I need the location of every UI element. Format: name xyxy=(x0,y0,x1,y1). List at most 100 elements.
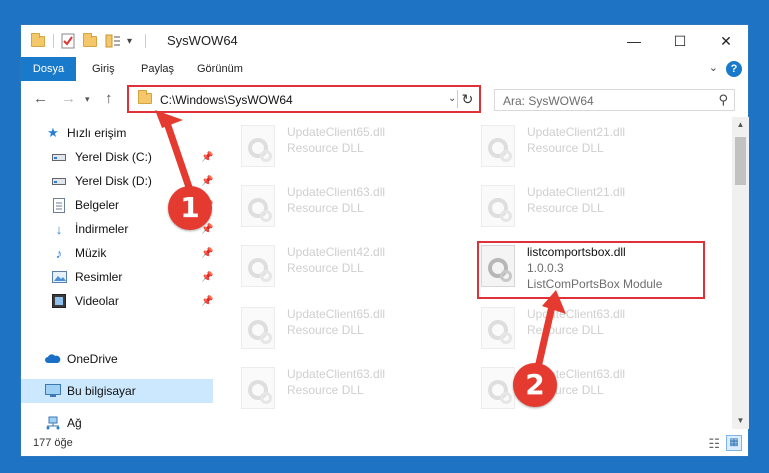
status-bar: 177 öğe ☷ ▦ xyxy=(21,431,748,457)
maximize-button[interactable]: ☐ xyxy=(657,25,703,57)
file-highlight-box xyxy=(477,241,705,299)
minimize-button[interactable]: — xyxy=(611,25,657,57)
tiles-view-icon[interactable]: ▦ xyxy=(726,435,742,451)
item-count: 177 öğe xyxy=(33,437,73,449)
file-name: UpdateClient63.dll xyxy=(527,307,626,321)
help-button[interactable]: ? xyxy=(726,61,742,77)
tab-view[interactable]: Görünüm xyxy=(197,57,243,81)
file-name: UpdateClient42.dll xyxy=(287,245,386,259)
pictures-icon xyxy=(51,269,67,285)
dll-file-icon xyxy=(241,307,275,349)
recent-locations-icon[interactable]: ▾ xyxy=(85,94,90,105)
chevron-down-icon[interactable]: ⌄ xyxy=(448,93,456,104)
file-name: UpdateClient21.dll xyxy=(527,185,626,199)
sidebar-item-label: Resimler xyxy=(75,270,123,284)
pin-icon[interactable]: 📌 xyxy=(201,152,213,163)
file-name: UpdateClient63.dll xyxy=(287,185,386,199)
navigation-bar: ← → ▾ ↑ C:\Windows\SysWOW64 ⌄ ↻ Ara: Sys… xyxy=(21,81,748,117)
list-item[interactable]: UpdateClient63.dll Resource DLL xyxy=(481,305,701,353)
file-type: Resource DLL xyxy=(287,383,364,397)
address-path[interactable]: C:\Windows\SysWOW64 xyxy=(160,93,293,107)
sidebar-item-pictures[interactable]: Resimler 📌 xyxy=(21,265,213,289)
forward-arrow-icon[interactable]: → xyxy=(61,90,76,107)
title-bar: ▾ SysWOW64 — ☐ ✕ xyxy=(21,25,748,57)
pin-icon[interactable]: 📌 xyxy=(201,248,213,259)
quick-access-dropdown[interactable]: ▾ xyxy=(127,32,132,50)
dll-file-icon xyxy=(481,185,515,227)
file-type: Resource DLL xyxy=(527,323,604,337)
scroll-down-icon[interactable]: ▼ xyxy=(732,413,749,429)
navigation-pane: ★ Hızlı erişim Yerel Disk (C:) 📌 Yerel D… xyxy=(21,117,214,430)
step-callout-1: 1 xyxy=(168,186,212,230)
ribbon-tabs: Dosya Giriş Paylaş Görünüm ⌄ ? xyxy=(21,57,748,81)
music-icon: ♪ xyxy=(55,245,63,261)
sidebar-item-quick-access[interactable]: ★ Hızlı erişim xyxy=(21,121,213,145)
tab-share[interactable]: Paylaş xyxy=(141,57,174,81)
cloud-icon xyxy=(45,351,61,367)
dll-file-icon xyxy=(481,367,515,409)
scroll-up-icon[interactable]: ▲ xyxy=(732,117,749,133)
sidebar-item-label: Hızlı erişim xyxy=(67,126,127,140)
step-callout-2: 2 xyxy=(513,363,557,407)
drive-icon xyxy=(51,173,67,189)
pin-icon[interactable]: 📌 xyxy=(201,272,213,283)
search-input[interactable]: Ara: SysWOW64 ⚲ xyxy=(494,89,735,111)
video-icon xyxy=(51,293,67,309)
sidebar-item-label: Ağ xyxy=(67,416,82,430)
separator xyxy=(53,34,54,48)
folder-icon xyxy=(31,32,45,50)
tab-file[interactable]: Dosya xyxy=(21,57,76,81)
address-bar[interactable]: C:\Windows\SysWOW64 ⌄ ↻ xyxy=(127,85,481,113)
documents-icon xyxy=(51,197,67,213)
close-button[interactable]: ✕ xyxy=(703,25,749,57)
file-name: UpdateClient65.dll xyxy=(287,125,386,139)
list-item[interactable]: UpdateClient63.dll Resource DLL xyxy=(241,365,461,413)
separator xyxy=(145,34,146,48)
star-icon: ★ xyxy=(47,125,59,140)
details-view-icon[interactable]: ☷ xyxy=(708,436,720,452)
dll-file-icon xyxy=(241,125,275,167)
window-title: SysWOW64 xyxy=(167,33,238,48)
tab-home[interactable]: Giriş xyxy=(92,57,115,81)
sidebar-item-onedrive[interactable]: OneDrive xyxy=(21,347,213,371)
new-folder-icon[interactable] xyxy=(83,32,97,50)
back-arrow-icon[interactable]: ← xyxy=(33,90,48,107)
list-item[interactable]: UpdateClient42.dll Resource DLL xyxy=(241,243,461,291)
vertical-scrollbar[interactable]: ▲ ▼ xyxy=(732,117,749,429)
list-item[interactable]: UpdateClient63.dll Resource DLL xyxy=(241,183,461,231)
address-content: C:\Windows\SysWOW64 ⌄ xyxy=(132,90,456,108)
dll-file-icon xyxy=(481,125,515,167)
list-item[interactable]: UpdateClient21.dll Resource DLL xyxy=(481,123,701,171)
folder-icon xyxy=(138,90,152,104)
sidebar-item-label: İndirmeler xyxy=(75,222,129,236)
dll-file-icon xyxy=(241,185,275,227)
sidebar-item-drive-c[interactable]: Yerel Disk (C:) 📌 xyxy=(21,145,213,169)
sidebar-item-videos[interactable]: Videolar 📌 xyxy=(21,289,213,313)
sidebar-item-label: Belgeler xyxy=(75,198,120,212)
dll-file-icon xyxy=(241,245,275,287)
sidebar-item-music[interactable]: ♪ Müzik 📌 xyxy=(21,241,214,265)
dll-file-icon xyxy=(481,307,515,349)
list-item[interactable]: UpdateClient65.dll Resource DLL xyxy=(241,305,461,353)
file-type: Resource DLL xyxy=(287,201,364,215)
sidebar-item-this-pc[interactable]: Bu bilgisayar xyxy=(21,379,213,403)
refresh-icon[interactable]: ↻ xyxy=(457,90,477,108)
scroll-thumb[interactable] xyxy=(735,137,746,185)
drive-icon xyxy=(51,149,67,165)
up-arrow-icon[interactable]: ↑ xyxy=(105,90,113,107)
search-icon[interactable]: ⚲ xyxy=(718,92,728,108)
file-type: Resource DLL xyxy=(527,201,604,215)
pin-icon[interactable]: 📌 xyxy=(201,296,213,307)
properties-icon[interactable] xyxy=(61,32,75,50)
file-name: UpdateClient65.dll xyxy=(287,307,386,321)
file-type: Resource DLL xyxy=(287,141,364,155)
sidebar-item-label: Müzik xyxy=(75,246,107,260)
list-item[interactable]: UpdateClient21.dll Resource DLL xyxy=(481,183,701,231)
list-item[interactable]: UpdateClient65.dll Resource DLL xyxy=(241,123,461,171)
download-icon: ↓ xyxy=(55,221,63,237)
sidebar-item-label: Yerel Disk (D:) xyxy=(75,174,152,188)
customize-icon[interactable] xyxy=(105,32,121,50)
chevron-down-icon[interactable]: ⌄ xyxy=(709,61,718,74)
file-name: UpdateClient63.dll xyxy=(287,367,386,381)
pin-icon[interactable]: 📌 xyxy=(201,176,213,187)
